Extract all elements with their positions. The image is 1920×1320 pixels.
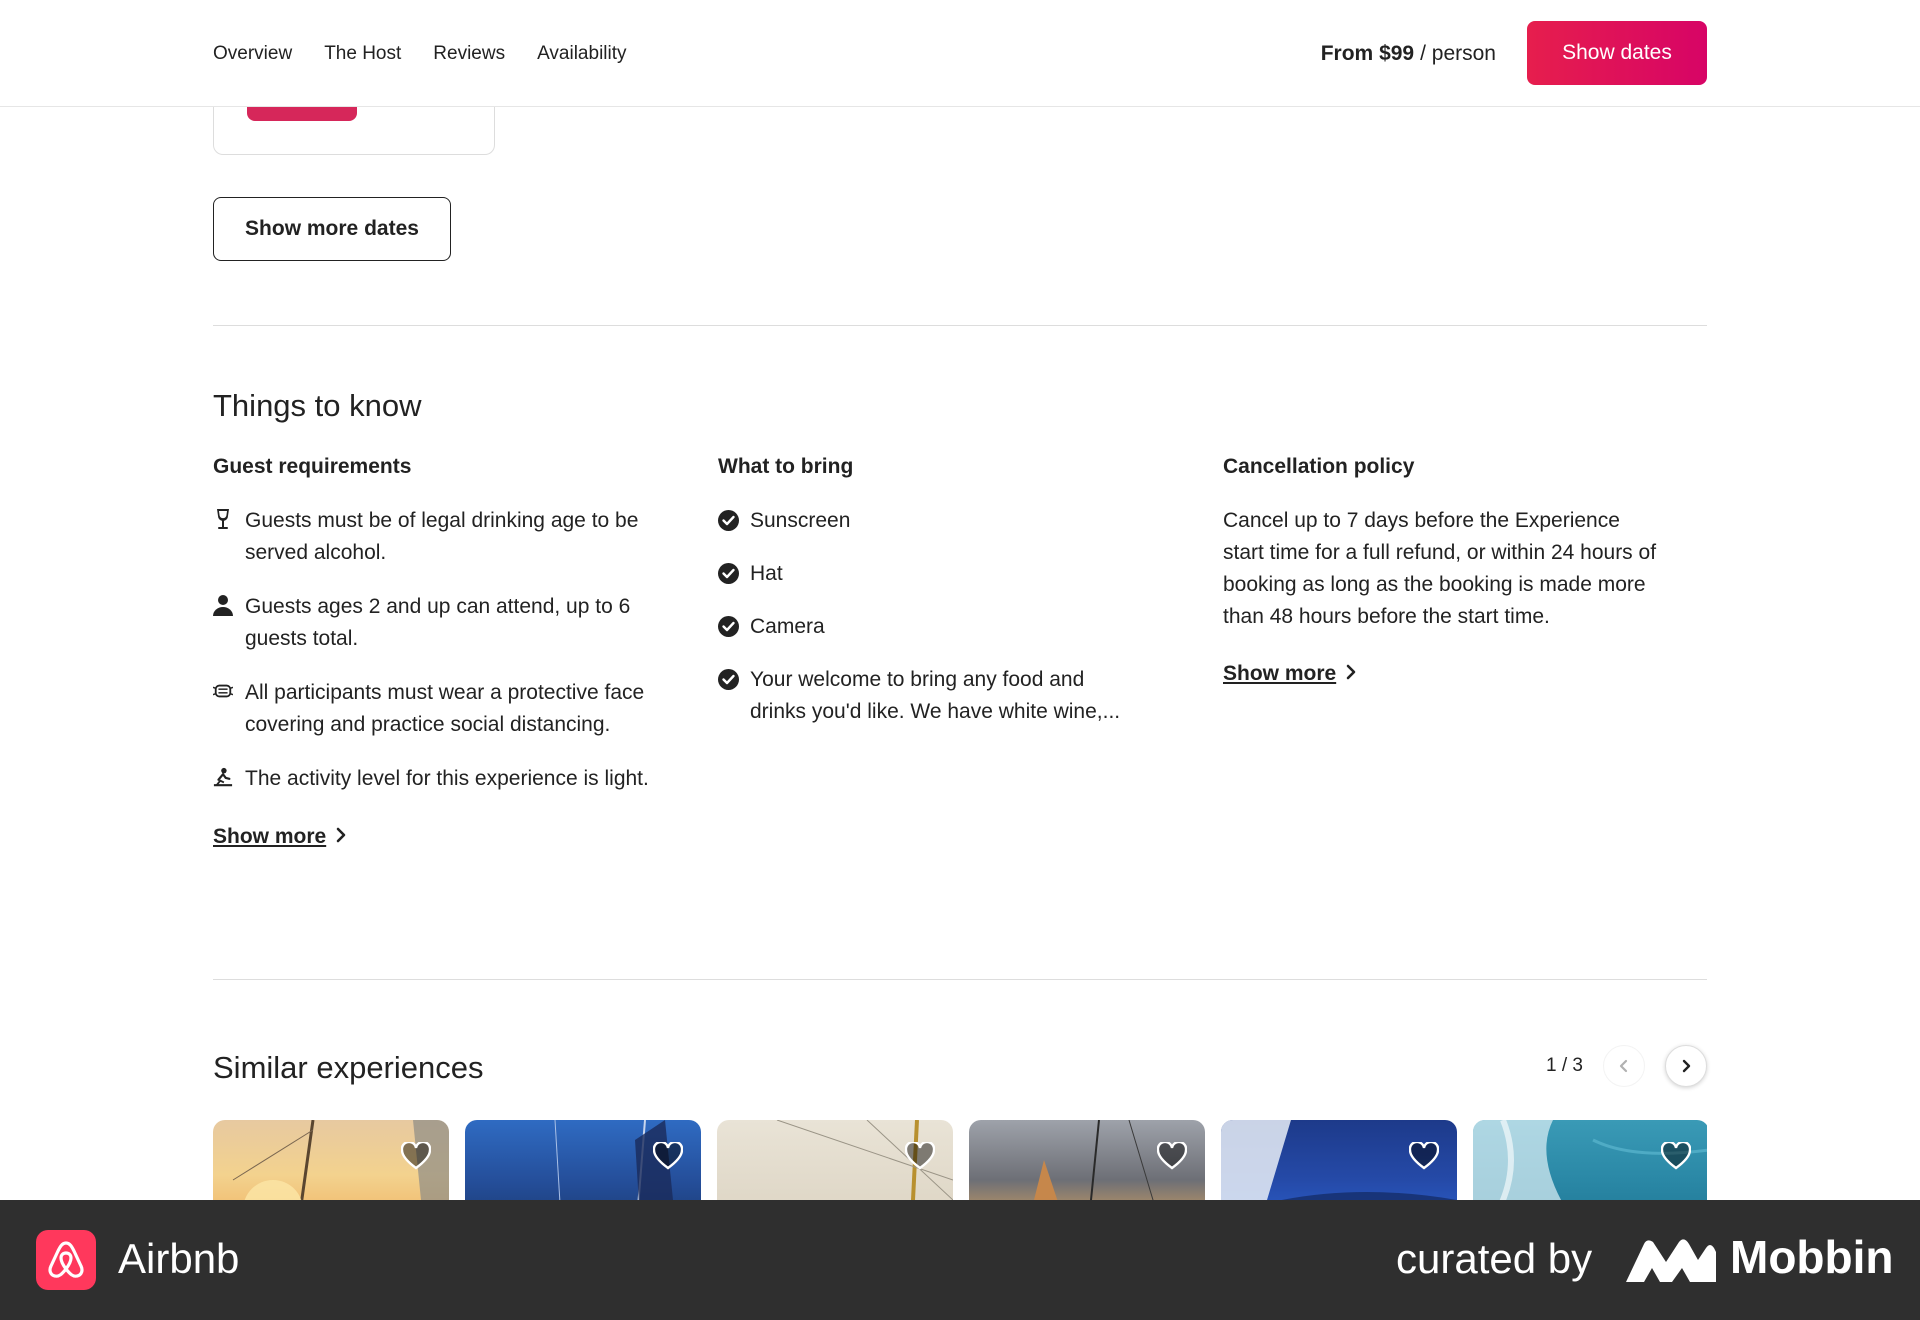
requirement-text: The activity level for this experience i… [245, 767, 649, 790]
price-unit: / person [1420, 41, 1496, 65]
mobbin-logo-icon [1626, 1238, 1716, 1282]
bring-item-text: Camera [750, 615, 825, 638]
price-summary: From $99 / person [1321, 0, 1496, 107]
experience-card[interactable] [465, 1120, 701, 1200]
person-icon [213, 595, 233, 616]
airbnb-logo-icon [36, 1230, 96, 1290]
list-item: Camera [718, 611, 1138, 643]
show-more-dates-button[interactable]: Show more dates [213, 197, 451, 261]
requirement-text: Guests must be of legal drinking age to … [245, 509, 639, 564]
activity-level-icon [213, 767, 233, 787]
nav-reviews[interactable]: Reviews [433, 43, 505, 65]
heart-icon[interactable] [1408, 1140, 1440, 1170]
guest-requirements-show-more-link[interactable]: Show more [213, 825, 346, 849]
list-item: Your welcome to bring any food and drink… [718, 664, 1138, 728]
mobbin-brand-name: Mobbin [1730, 1231, 1894, 1283]
heart-icon[interactable] [652, 1140, 684, 1170]
airbnb-brand-name: Airbnb [118, 1235, 240, 1282]
list-item: Sunscreen [718, 505, 1138, 537]
curated-by-label: curated by [1396, 1235, 1593, 1282]
list-item: The activity level for this experience i… [213, 763, 663, 795]
chevron-left-icon [1619, 1059, 1628, 1073]
bring-item-text: Hat [750, 562, 783, 585]
section-nav: Overview The Host Reviews Availability [213, 0, 627, 107]
heart-icon[interactable] [1156, 1140, 1188, 1170]
list-item: All participants must wear a protective … [213, 677, 663, 741]
experience-card[interactable] [1473, 1120, 1707, 1200]
nav-overview[interactable]: Overview [213, 43, 292, 65]
price-from: From $99 [1320, 41, 1415, 65]
what-to-bring-heading: What to bring [718, 455, 854, 478]
curation-footer: Airbnb curated by Mobbin [0, 1200, 1920, 1320]
guest-requirements-heading: Guest requirements [213, 455, 412, 478]
chevron-right-icon [1346, 664, 1356, 685]
bring-item-text: Your welcome to bring any food and drink… [750, 668, 1121, 723]
cancellation-policy-column: Cancellation policy Cancel up to 7 days … [1223, 455, 1663, 686]
heart-icon[interactable] [400, 1140, 432, 1170]
heart-icon[interactable] [1660, 1140, 1692, 1170]
requirement-text: All participants must wear a protective … [245, 681, 645, 736]
cancellation-policy-heading: Cancellation policy [1223, 455, 1415, 478]
what-to-bring-column: What to bring Sunscreen Hat Camera Your … [718, 455, 1138, 749]
face-mask-icon [213, 681, 233, 701]
guest-requirements-column: Guest requirements Guests must be of leg… [213, 455, 663, 849]
similar-experiences-carousel [213, 1120, 1707, 1200]
carousel-pager: 1 / 3 [1546, 1045, 1707, 1087]
nav-the-host[interactable]: The Host [324, 43, 401, 65]
show-dates-button[interactable]: Show dates [1527, 21, 1707, 85]
wine-glass-icon [213, 509, 233, 529]
divider [213, 325, 1707, 326]
show-more-label: Show more [1223, 662, 1337, 685]
list-item: Hat [718, 558, 1138, 590]
cancellation-show-more-link[interactable]: Show more [1223, 662, 1356, 686]
check-circle-icon [718, 616, 739, 637]
things-to-know-title: Things to know [213, 388, 422, 423]
check-circle-icon [718, 669, 739, 690]
list-item: Guests ages 2 and up can attend, up to 6… [213, 591, 663, 655]
bring-item-text: Sunscreen [750, 509, 851, 532]
check-circle-icon [718, 510, 739, 531]
chevron-right-icon [336, 827, 346, 848]
list-item: Guests must be of legal drinking age to … [213, 505, 663, 569]
experience-card[interactable] [969, 1120, 1205, 1200]
experience-card[interactable] [213, 1120, 449, 1200]
carousel-next-button[interactable] [1665, 1045, 1707, 1087]
nav-availability[interactable]: Availability [537, 43, 626, 65]
cancellation-policy-text: Cancel up to 7 days before the Experienc… [1223, 509, 1657, 628]
top-nav-bar: Overview The Host Reviews Availability F… [0, 0, 1920, 107]
requirement-text: Guests ages 2 and up can attend, up to 6… [245, 595, 631, 650]
show-more-label: Show more [213, 825, 327, 848]
chevron-right-icon [1682, 1059, 1691, 1073]
similar-experiences-title: Similar experiences [213, 1050, 484, 1085]
carousel-prev-button[interactable] [1603, 1045, 1645, 1087]
page-indicator: 1 / 3 [1546, 1055, 1583, 1076]
heart-icon[interactable] [904, 1140, 936, 1170]
divider [213, 979, 1707, 980]
check-circle-icon [718, 563, 739, 584]
experience-card[interactable] [717, 1120, 953, 1200]
experience-card[interactable] [1221, 1120, 1457, 1200]
